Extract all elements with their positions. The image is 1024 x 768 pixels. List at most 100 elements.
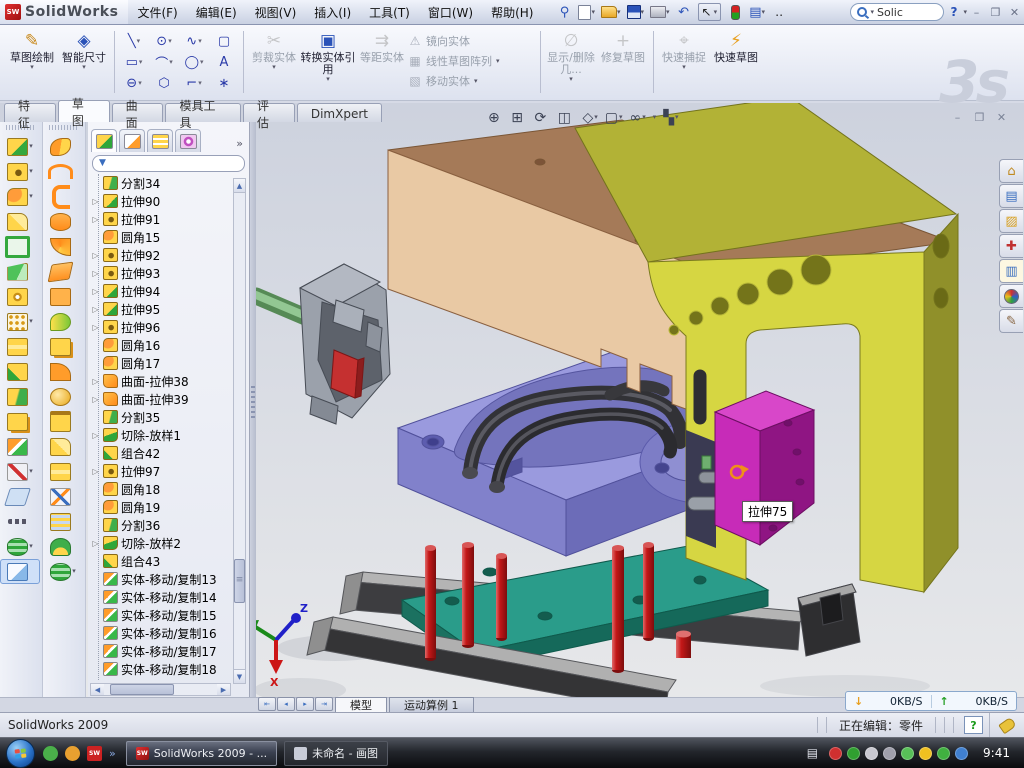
expand-arrow-icon[interactable]: ▷ (91, 539, 100, 548)
solidworks-resources-tab[interactable]: ⌂ (999, 159, 1023, 183)
draft-icon[interactable]: ▾ (0, 259, 40, 284)
last-tab-button[interactable]: ⇥ (315, 697, 333, 711)
polygon-tool-icon[interactable]: ⬡ (149, 73, 179, 94)
feature-tree-item[interactable]: ▷ 分割36 (90, 516, 233, 534)
toolbox-tab[interactable]: ✚ (999, 234, 1023, 258)
repair-sketch-button[interactable]: + 修复草图 (597, 29, 649, 95)
shield-plus-tray-icon[interactable] (937, 747, 950, 760)
offset-entities-button[interactable]: ⇉ 等距实体 (356, 29, 408, 95)
feature-tree-item[interactable]: ▷ 组合43 (90, 552, 233, 570)
swept-boss-icon[interactable]: ▾ (0, 209, 40, 234)
select-tool[interactable]: ↖▾ (698, 3, 722, 21)
scroll-thumb[interactable] (234, 559, 245, 603)
boundary-surface-icon[interactable]: ▾ (43, 184, 83, 209)
antivirus-shield-tray-icon[interactable] (847, 747, 860, 760)
arc-tool-icon[interactable]: ⌒▾ (149, 52, 179, 73)
appearances-tab[interactable] (999, 284, 1023, 308)
ribbon-tab[interactable]: 曲面 (112, 103, 164, 122)
rectangle-tool-icon[interactable]: ▭▾ (119, 52, 149, 73)
document-tab[interactable]: 模型 (335, 697, 387, 712)
pin-icon[interactable]: ⚲ (556, 4, 572, 21)
feature-tree-item[interactable]: ▷ 拉伸97 (90, 462, 233, 480)
restore-button[interactable]: ❐ (986, 4, 1005, 20)
close-button[interactable]: ✕ (1005, 4, 1024, 20)
expand-arrow-icon[interactable]: ▷ (91, 251, 100, 260)
feature-tree-item[interactable]: ▷ 拉伸91 (90, 210, 233, 228)
document-tab[interactable]: 运动算例 1 (389, 697, 474, 712)
sketch-fillet-icon[interactable]: ⌐▾ (179, 73, 209, 94)
expand-arrow-icon[interactable]: ▷ (91, 377, 100, 386)
extruded-cut-icon[interactable]: ▾ (0, 159, 40, 184)
ribbon-tab[interactable]: 模具工具 (165, 103, 241, 122)
taskbar-window-button[interactable]: SW SolidWorks 2009 - ... (126, 741, 277, 766)
tree-horizontal-scrollbar[interactable]: ◀ ▶ (90, 683, 231, 696)
solidworks-quicklaunch-icon[interactable]: SW (87, 746, 102, 761)
update-tray-icon[interactable] (865, 747, 878, 760)
combine-icon[interactable]: ▾ (0, 359, 40, 384)
security-alert-tray-icon[interactable] (829, 747, 842, 760)
options-list-icon[interactable]: ▤▾ (749, 4, 765, 21)
move-entities-button[interactable]: ▧ 移动实体▾ (408, 73, 536, 89)
configurationmanager-tab[interactable] (147, 129, 173, 152)
feature-tree-item[interactable]: ▷ 组合42 (90, 444, 233, 462)
manager-overflow-button[interactable]: » (236, 137, 247, 152)
knit-surface-icon[interactable]: ▾ (43, 309, 83, 334)
ribbon-tab[interactable]: 草图 (58, 100, 110, 122)
network-phone-tray-icon[interactable] (901, 747, 914, 760)
search-input[interactable]: ▾ Solic (850, 3, 944, 21)
file-explorer-tab[interactable]: ▨ (999, 209, 1023, 233)
expand-arrow-icon[interactable]: ▷ (91, 215, 100, 224)
revolved-surface-icon[interactable]: ▾ (43, 159, 83, 184)
trim-surface-icon[interactable]: ▾ (43, 459, 83, 484)
scroll-left-button[interactable]: ◀ (91, 684, 104, 695)
reference-plane-icon[interactable]: ▾ (0, 484, 40, 509)
circle-tool-icon[interactable]: ⊙▾ (149, 31, 179, 52)
expand-arrow-icon[interactable]: ▷ (91, 287, 100, 296)
display-style-icon[interactable]: ▢ ▾ (603, 108, 625, 127)
feature-tree-item[interactable]: ▷ 拉伸92 (90, 246, 233, 264)
rib-icon[interactable]: ▾ (0, 334, 40, 359)
scroll-thumb[interactable] (110, 684, 174, 695)
scroll-right-button[interactable]: ▶ (217, 684, 230, 695)
menu-item[interactable]: 窗口(W) (419, 2, 482, 23)
doc-close-button[interactable]: ✕ (992, 110, 1011, 125)
offset-surface-icon[interactable]: ▾ (43, 334, 83, 359)
tree-vertical-scrollbar[interactable]: ▲ ▼ (233, 178, 246, 684)
help-button[interactable]: ? (944, 4, 963, 20)
lofted-surface-icon[interactable]: ▾ (43, 209, 83, 234)
midsurface-icon[interactable]: ▾ (43, 509, 83, 534)
first-tab-button[interactable]: ⇤ (258, 697, 276, 711)
fillet-icon[interactable]: ▾ (0, 184, 40, 209)
appearances-icon[interactable]: ▾ (651, 108, 659, 127)
slot-tool-icon[interactable]: ⊖▾ (119, 73, 149, 94)
ellipse-tool-icon[interactable]: ◯▾ (179, 52, 209, 73)
expand-arrow-icon[interactable]: ▷ (91, 431, 100, 440)
menu-item[interactable]: 文件(F) (128, 2, 186, 23)
feature-tree-item[interactable]: ▷ 拉伸96 (90, 318, 233, 336)
tree-filter-input[interactable]: ▼ (92, 155, 245, 172)
sketch-text-icon[interactable]: A (209, 52, 239, 73)
feature-tree-item[interactable]: ▷ 拉伸94 (90, 282, 233, 300)
hide-show-items-icon[interactable]: ∞ ▾ (628, 108, 648, 127)
feature-tree-item[interactable]: ▷ 切除-放样2 (90, 534, 233, 552)
hole-wizard-icon[interactable]: ▾ (0, 284, 40, 309)
new-document-icon[interactable]: ▾ (578, 4, 595, 21)
display-delete-relations-button[interactable]: ∅ 显示/删除几...▾ (545, 29, 597, 95)
keyboard-tray-icon[interactable]: ▤ (807, 746, 818, 760)
mirror-entities-button[interactable]: ⚠ 镜向实体 (408, 33, 536, 49)
section-view-icon[interactable]: ◫ ▾ (556, 108, 578, 127)
taskbar-clock[interactable]: 9:41 (973, 746, 1018, 760)
replace-face-icon[interactable]: ▾ (43, 409, 83, 434)
curve-helix-icon[interactable]: ▾ (43, 559, 83, 584)
menu-item[interactable]: 插入(I) (305, 2, 360, 23)
menu-item[interactable]: 编辑(E) (187, 2, 246, 23)
extend-surface-icon[interactable]: ▾ (43, 434, 83, 459)
linear-pattern-icon[interactable]: ▾ (0, 309, 40, 334)
print-icon[interactable]: ▾ (650, 4, 670, 21)
custom-properties-tab[interactable]: ✎ (999, 309, 1023, 333)
line-tool-icon[interactable]: ╲▾ (119, 31, 149, 52)
planar-surface-icon[interactable]: ▾ (43, 259, 83, 284)
feature-tree-item[interactable]: ▷ 圆角16 (90, 336, 233, 354)
design-library-tab[interactable]: ▤ (999, 184, 1023, 208)
expand-arrow-icon[interactable]: ▷ (91, 323, 100, 332)
